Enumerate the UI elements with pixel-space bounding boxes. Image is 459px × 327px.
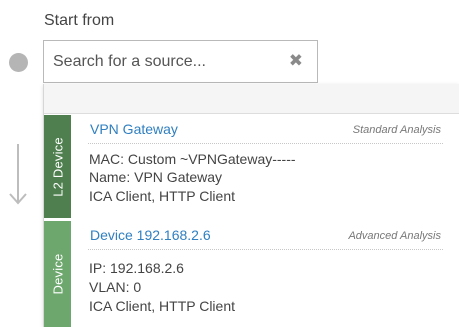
result-detail: ICA Client, HTTP Client (89, 298, 236, 314)
result-type-label: L2 Device (50, 136, 65, 197)
result-item[interactable]: Device Device 192.168.2.6 Advanced Analy… (44, 221, 459, 327)
result-detail: MAC: Custom ~VPNGateway----- (89, 151, 296, 167)
result-analysis-badge: Standard Analysis (352, 124, 441, 136)
result-detail: IP: 192.168.2.6 (89, 260, 184, 276)
start-from-label: Start from (44, 12, 115, 29)
result-type-tag: Device (44, 221, 71, 327)
result-detail: VLAN: 0 (89, 279, 142, 295)
result-divider (88, 143, 443, 144)
result-title[interactable]: VPN Gateway (90, 121, 178, 137)
source-search-input[interactable] (44, 41, 279, 82)
step-dot-icon (9, 53, 28, 72)
close-icon[interactable]: ✖ (289, 52, 303, 70)
arrow-down-icon (9, 144, 27, 205)
result-detail: Name: VPN Gateway (89, 169, 223, 185)
source-results-dropdown: L2 Device VPN Gateway Standard Analysis … (43, 84, 459, 327)
result-detail: ICA Client, HTTP Client (89, 188, 236, 204)
result-divider (88, 249, 443, 250)
source-search-box[interactable]: ✖ (43, 40, 318, 83)
result-title[interactable]: Device 192.168.2.6 (90, 227, 211, 243)
result-type-label: Device (50, 253, 65, 295)
result-type-tag: L2 Device (44, 115, 71, 218)
result-analysis-badge: Advanced Analysis (348, 230, 441, 242)
dropdown-header (44, 84, 459, 114)
result-item[interactable]: L2 Device VPN Gateway Standard Analysis … (44, 115, 459, 218)
